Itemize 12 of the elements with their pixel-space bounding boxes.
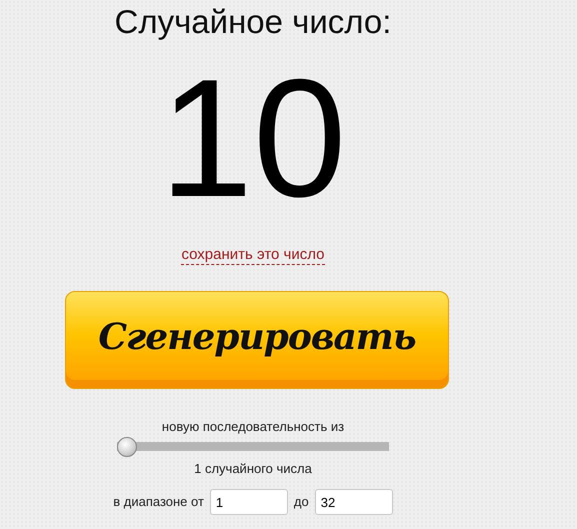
range-from-label: в диапазоне от — [113, 494, 204, 510]
slider-thumb[interactable] — [117, 437, 137, 457]
count-slider[interactable] — [117, 437, 389, 457]
range-to-field[interactable]: 32 — [314, 489, 393, 515]
range-to-label: до — [294, 494, 309, 510]
generate-button[interactable]: Сгенерировать — [65, 291, 449, 389]
save-number-link[interactable]: сохранить это число — [181, 246, 325, 265]
sequence-label: новую последовательность из — [162, 419, 344, 435]
range-from-field[interactable]: 1 — [210, 489, 288, 515]
random-number: 10 — [160, 50, 346, 226]
page-title: Случайное число: — [114, 2, 392, 42]
count-label: 1 случайного числа — [194, 461, 312, 477]
